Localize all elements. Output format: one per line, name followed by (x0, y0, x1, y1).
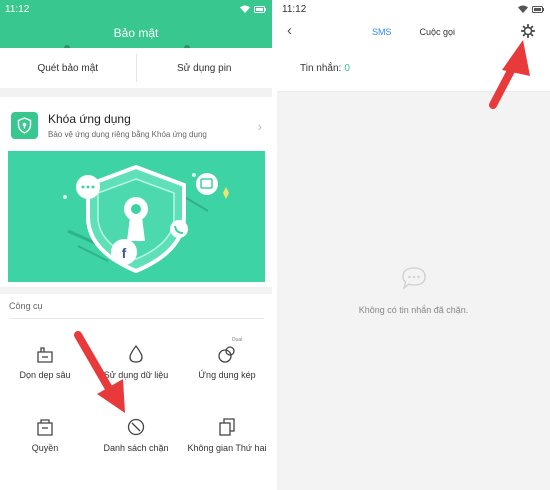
dual-tag: Dual (232, 337, 243, 343)
tool-data-usage[interactable]: Sử dụng dữ liệu (91, 344, 181, 380)
page-title-bar: Bảo mật (0, 18, 272, 51)
app-lock-row[interactable]: Khóa ứng dụng Bảo vệ ứng dụng riêng bằng… (11, 105, 266, 145)
message-count-row: Tin nhắn: 0 (277, 46, 550, 92)
gear-icon[interactable] (521, 24, 535, 38)
app-lock-subtitle: Bảo vệ ứng dụng riêng bằng Khóa ứng dụng (48, 129, 207, 139)
wifi-icon (240, 5, 250, 13)
quick-actions: Quét bảo mật Sử dụng pin (0, 48, 272, 88)
empty-state: Không có tin nhắn đã chặn. (277, 266, 550, 315)
message-count-label: Tin nhắn: (300, 63, 342, 74)
svg-text:f: f (122, 245, 127, 261)
tools-section: Công cụ Dọn dẹp sâu Sử dụng dữ liệu Dual… (0, 294, 272, 490)
shield-illustration: f (63, 164, 229, 274)
dual-apps-icon (218, 346, 235, 363)
divider (9, 318, 264, 319)
broom-icon (37, 347, 53, 363)
blocklist-screen: 11:12 ‹ SMS Cuộc gọi Tin nhắn: 0 Không c… (277, 0, 550, 490)
tools-title: Công cụ (9, 301, 43, 311)
security-screen: 11:12 Bảo mật Quét bảo mật Sử dụng pin K… (0, 0, 272, 490)
tool-label: Không gian Thứ hai (187, 443, 267, 453)
tool-second-space[interactable]: Không gian Thứ hai (182, 417, 272, 453)
tool-label: Ứng dụng kép (198, 370, 256, 380)
app-lock-banner[interactable]: f (8, 151, 265, 282)
top-bar: ‹ SMS Cuộc gọi (277, 18, 550, 46)
message-count-value: 0 (344, 63, 350, 74)
tool-label: Sử dụng dữ liệu (103, 370, 169, 380)
second-space-icon (219, 418, 235, 436)
security-scan-button[interactable]: Quét bảo mật (0, 48, 136, 88)
battery-icon (532, 5, 544, 13)
empty-state-text: Không có tin nhắn đã chặn. (358, 305, 469, 315)
block-icon (127, 418, 145, 436)
tool-label: Dọn dẹp sâu (19, 370, 71, 380)
status-icons (518, 5, 544, 13)
status-time: 11:12 (282, 3, 307, 15)
tab-calls[interactable]: Cuộc gọi (419, 27, 455, 37)
permissions-icon (37, 419, 53, 436)
status-icons (240, 5, 266, 13)
app-lock-card[interactable]: Khóa ứng dụng Bảo vệ ứng dụng riêng bằng… (0, 97, 272, 287)
shield-lock-icon (11, 111, 38, 139)
tool-dual-apps[interactable]: Dual Ứng dụng kép (182, 337, 272, 380)
status-bar: 11:12 (277, 0, 550, 18)
page-title: Bảo mật (113, 26, 159, 40)
wifi-icon (518, 5, 528, 13)
tool-permissions[interactable]: Quyền (0, 417, 90, 453)
tool-label: Quyền (31, 443, 59, 453)
tool-label: Danh sách chặn (103, 443, 169, 453)
battery-usage-button[interactable]: Sử dụng pin (137, 48, 273, 88)
chevron-right-icon: › (257, 119, 262, 134)
water-drop-icon (129, 344, 143, 363)
status-time: 11:12 (5, 3, 30, 15)
tab-bar: SMS Cuộc gọi (277, 18, 550, 46)
chat-bubble-icon (401, 267, 426, 290)
tool-deep-clean[interactable]: Dọn dẹp sâu (0, 344, 90, 380)
tool-blocklist[interactable]: Danh sách chặn (91, 417, 181, 453)
status-bar: 11:12 (0, 0, 272, 18)
battery-icon (254, 5, 266, 13)
app-lock-title: Khóa ứng dụng (48, 111, 131, 126)
tab-sms[interactable]: SMS (372, 27, 392, 37)
